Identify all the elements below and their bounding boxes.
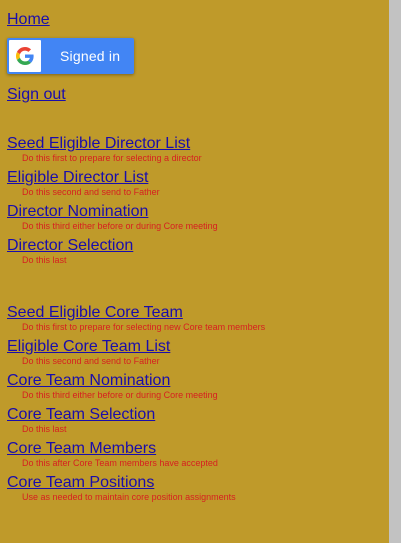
eligible-director-list-link[interactable]: Eligible Director List xyxy=(7,168,381,187)
home-link[interactable]: Home xyxy=(7,10,50,29)
item-description: Do this last xyxy=(22,255,67,265)
list-item: Core Team Selection Do this last xyxy=(7,405,381,435)
list-item: Director Nomination Do this third either… xyxy=(7,202,381,232)
list-item: Seed Eligible Director List Do this firs… xyxy=(7,134,381,164)
item-description: Do this third either before or during Co… xyxy=(22,221,218,231)
core-team-selection-link[interactable]: Core Team Selection xyxy=(7,405,381,424)
item-description: Use as needed to maintain core position … xyxy=(22,492,236,502)
core-team-nomination-link[interactable]: Core Team Nomination xyxy=(7,371,381,390)
signin-label: Signed in xyxy=(60,48,121,64)
director-selection-link[interactable]: Director Selection xyxy=(7,236,381,255)
list-item: Core Team Positions Use as needed to mai… xyxy=(7,473,381,503)
list-item: Eligible Director List Do this second an… xyxy=(7,168,381,198)
seed-eligible-director-list-link[interactable]: Seed Eligible Director List xyxy=(7,134,381,153)
google-logo-box xyxy=(9,40,41,72)
core-team-section: Seed Eligible Core Team Do this first to… xyxy=(7,303,381,503)
seed-eligible-core-team-link[interactable]: Seed Eligible Core Team xyxy=(7,303,381,322)
google-g-icon xyxy=(16,47,34,65)
eligible-core-team-list-link[interactable]: Eligible Core Team List xyxy=(7,337,381,356)
vertical-scrollbar[interactable] xyxy=(389,0,401,543)
list-item: Core Team Nomination Do this third eithe… xyxy=(7,371,381,401)
google-signin-button[interactable]: Signed in xyxy=(7,38,134,74)
director-section: Seed Eligible Director List Do this firs… xyxy=(7,134,381,266)
content-area: Home Signed in Sign out Seed Eligible Di… xyxy=(7,10,381,507)
item-description: Do this after Core Team members have acc… xyxy=(22,458,218,468)
list-item: Eligible Core Team List Do this second a… xyxy=(7,337,381,367)
item-description: Do this third either before or during Co… xyxy=(22,390,218,400)
list-item: Core Team Members Do this after Core Tea… xyxy=(7,439,381,469)
item-description: Do this second and send to Father xyxy=(22,187,160,197)
main-panel: Home Signed in Sign out Seed Eligible Di… xyxy=(0,0,389,543)
item-description: Do this last xyxy=(22,424,67,434)
core-team-positions-link[interactable]: Core Team Positions xyxy=(7,473,381,492)
director-nomination-link[interactable]: Director Nomination xyxy=(7,202,381,221)
core-team-members-link[interactable]: Core Team Members xyxy=(7,439,381,458)
signout-link[interactable]: Sign out xyxy=(7,85,66,104)
item-description: Do this first to prepare for selecting a… xyxy=(22,153,202,163)
item-description: Do this first to prepare for selecting n… xyxy=(22,322,266,332)
item-description: Do this second and send to Father xyxy=(22,356,160,366)
list-item: Director Selection Do this last xyxy=(7,236,381,266)
list-item: Seed Eligible Core Team Do this first to… xyxy=(7,303,381,333)
